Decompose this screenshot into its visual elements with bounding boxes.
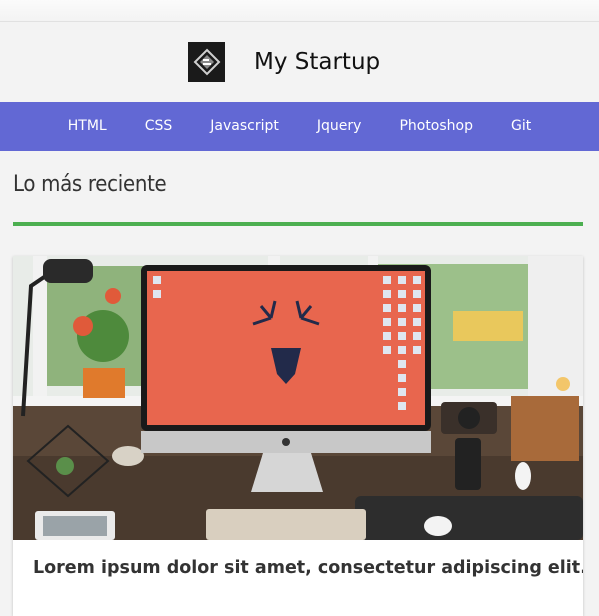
- article-card[interactable]: Lorem ipsum dolor sit amet, consectetur …: [13, 256, 583, 616]
- nav-item-html[interactable]: HTML: [49, 102, 126, 151]
- nav-item-git[interactable]: Git: [492, 102, 550, 151]
- article-image[interactable]: [13, 256, 583, 540]
- section-divider: [13, 222, 583, 226]
- main-nav: HTML CSS Javascript Jquery Photoshop Git: [0, 102, 599, 151]
- site-header: My Startup: [0, 22, 599, 102]
- section-title: Lo más reciente: [13, 172, 167, 197]
- site-brand[interactable]: My Startup: [254, 49, 380, 75]
- nav-item-javascript[interactable]: Javascript: [191, 102, 298, 151]
- nav-item-jquery[interactable]: Jquery: [298, 102, 381, 151]
- article-title[interactable]: Lorem ipsum dolor sit amet, consectetur …: [33, 558, 583, 578]
- logo-icon[interactable]: [188, 42, 225, 82]
- browser-top-strip: [0, 0, 599, 22]
- nav-item-css[interactable]: CSS: [126, 102, 192, 151]
- nav-item-photoshop[interactable]: Photoshop: [380, 102, 492, 151]
